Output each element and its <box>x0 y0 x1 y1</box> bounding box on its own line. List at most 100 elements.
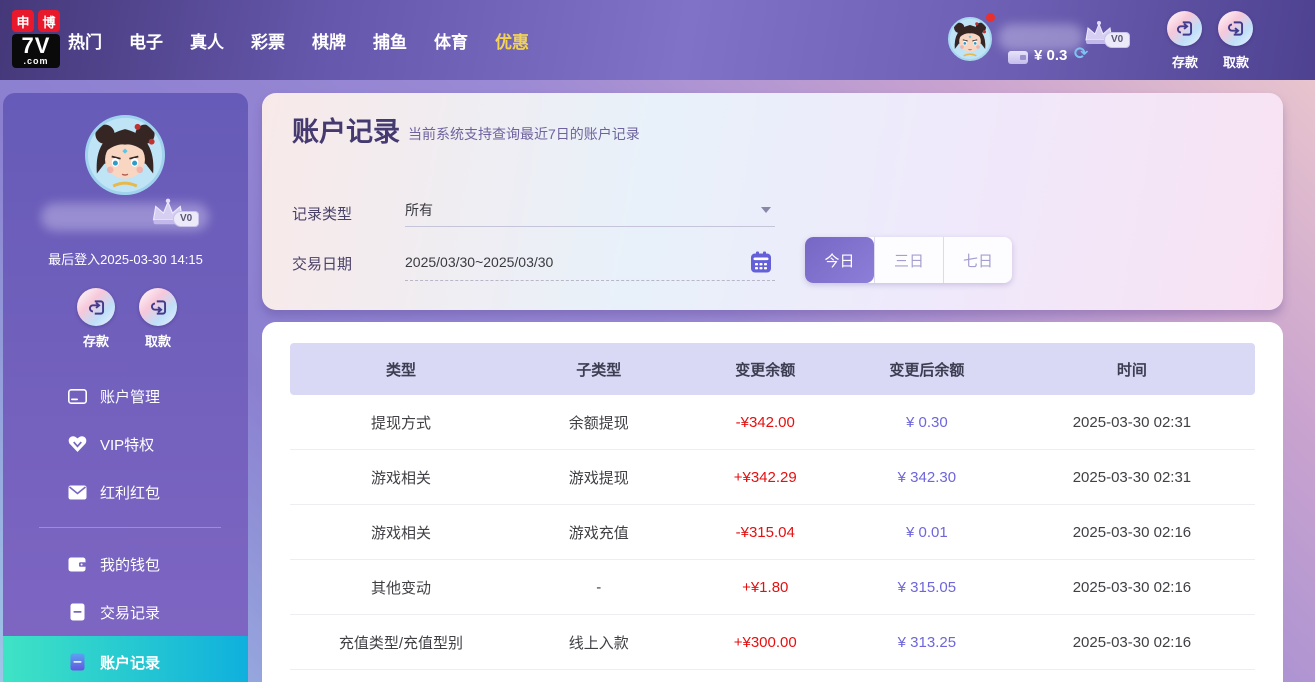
date-range-input[interactable]: 2025/03/30~2025/03/30 <box>405 243 775 281</box>
cell-type: 提现方式 <box>370 414 431 432</box>
page: 申 博 7V .com 热门 电子 真人 彩票 棋牌 捕鱼 体育 优惠 V0 ¥… <box>0 0 1315 682</box>
cell-balance-after: ¥ 313.25 <box>897 633 957 651</box>
table-row: 充值类型/充值型别 线上入款 +¥300.00 ¥ 313.25 2025-03-30 … <box>290 615 1255 670</box>
cell-balance-after: ¥ 315.05 <box>897 578 957 596</box>
date-range-label: 交易日期 <box>292 256 353 273</box>
sidebar-menu-top: 账户管理 VIP特权红利红包 <box>3 372 248 516</box>
notification-dot <box>986 13 995 22</box>
sidebar-menu-bottom: 我的钱包交易记录账户记录 <box>3 540 248 682</box>
cell-balance-after: ¥ 342.30 <box>897 468 957 486</box>
column-header-4: 时间 <box>1116 361 1147 379</box>
range-button-2[interactable]: 七日 <box>943 237 1012 283</box>
column-header-0: 类型 <box>385 361 416 379</box>
last-login-text: 最后登入2025-03-30 14:15 <box>48 252 203 267</box>
calendar-icon[interactable] <box>749 250 773 274</box>
sidebar-item-bottom-2-active[interactable]: 账户记录 <box>3 636 248 682</box>
sidebar-withdraw-button[interactable] <box>139 288 177 326</box>
logo-char-1: 申 <box>12 10 34 32</box>
table-row: 提现方式 余额提现 -¥342.00 ¥ 0.30 2025-03-30 02:31 <box>290 395 1255 450</box>
nav-item-6[interactable]: 体育 <box>434 28 468 53</box>
nav-item-5[interactable]: 捕鱼 <box>373 28 407 53</box>
wallet-icon <box>67 554 87 574</box>
page-subtitle: 当前系统支持查询最近7日的账户记录 <box>408 126 640 142</box>
balance-amount: ¥ 0.3 <box>1034 47 1068 64</box>
sidebar-vip-level-badge: V0 <box>173 211 200 227</box>
nav-item-4[interactable]: 棋牌 <box>312 28 346 53</box>
sidebar-item-label: 我的钱包 <box>100 556 161 574</box>
sidebar-divider <box>39 527 221 528</box>
cell-time: 2025-03-30 02:31 <box>1072 468 1192 486</box>
nav-item-0[interactable]: 热门 <box>68 28 102 53</box>
logo-chars: 申 博 <box>12 10 64 32</box>
deposit-button[interactable] <box>1167 11 1202 46</box>
top-navbar: 申 博 7V .com 热门 电子 真人 彩票 棋牌 捕鱼 体育 优惠 V0 ¥… <box>0 0 1315 80</box>
nav-item-7[interactable]: 优惠 <box>495 28 529 53</box>
account-records-header-panel: 账户记录 当前系统支持查询最近7日的账户记录 记录类型 所有 交易日期 2025… <box>262 93 1283 310</box>
refresh-balance-icon[interactable]: ⟳ <box>1074 44 1088 64</box>
cell-change-amount: +¥300.00 <box>733 633 797 651</box>
table-row: 其他变动 - +¥1.80 ¥ 315.05 2025-03-30 02:16 <box>290 560 1255 615</box>
cell-change-amount: +¥342.29 <box>733 468 797 486</box>
nav-item-2[interactable]: 真人 <box>190 28 224 53</box>
nav-item-3[interactable]: 彩票 <box>251 28 285 53</box>
record-type-value: 所有 <box>405 201 433 218</box>
deposit-label[interactable]: 存款 <box>1163 52 1207 71</box>
column-header-2: 变更余额 <box>735 361 796 379</box>
withdraw-button[interactable] <box>1218 11 1253 46</box>
table-header-row: 类型 子类型 变更余额 变更后余额 时间 <box>290 343 1255 395</box>
table-row: 游戏相关 游戏充值 -¥315.04 ¥ 0.01 2025-03-30 02:16 <box>290 505 1255 560</box>
sidebar-item-label: 账户管理 <box>100 388 161 406</box>
date-range-quick-buttons: 今日 三日 七日 <box>805 237 1012 283</box>
cell-time: 2025-03-30 02:16 <box>1072 578 1192 596</box>
sidebar: V0 最后登入2025-03-30 14:15 存款 取款 账户管理 VIP特权红… <box>3 93 248 682</box>
sidebar-item-label: 账户记录 <box>100 654 161 672</box>
site-logo[interactable]: 申 博 7V .com <box>12 10 64 68</box>
sidebar-item-top-2[interactable]: 红利红包 <box>3 468 248 516</box>
sidebar-item-bottom-1[interactable]: 交易记录 <box>3 588 248 636</box>
title-row: 账户记录 当前系统支持查询最近7日的账户记录 <box>292 110 640 149</box>
range-button-0[interactable]: 今日 <box>805 237 874 283</box>
user-avatar[interactable] <box>948 17 992 61</box>
nav-item-1[interactable]: 电子 <box>129 28 163 53</box>
date-range-value: 2025/03/30~2025/03/30 <box>405 253 554 270</box>
envelope-icon <box>67 482 87 502</box>
sidebar-user-avatar[interactable] <box>85 115 165 195</box>
cell-subtype: 游戏提现 <box>568 469 629 487</box>
sidebar-withdraw-label[interactable]: 取款 <box>136 331 180 350</box>
document-icon <box>67 652 87 672</box>
cell-subtype: - <box>596 578 602 596</box>
sidebar-item-top-1[interactable]: VIP特权 <box>3 420 248 468</box>
column-header-1: 子类型 <box>576 361 622 379</box>
avatar-image <box>950 19 990 59</box>
cell-subtype: 余额提现 <box>568 414 629 432</box>
sidebar-item-label: VIP特权 <box>100 436 155 454</box>
chevron-down-icon <box>761 206 771 213</box>
record-type-select[interactable]: 所有 <box>405 193 775 227</box>
avatar-image <box>88 118 162 192</box>
deposit-icon <box>1177 21 1193 36</box>
wallet-icon <box>1008 51 1028 64</box>
sidebar-item-label: 交易记录 <box>100 604 161 622</box>
cell-time: 2025-03-30 02:16 <box>1072 633 1192 651</box>
withdraw-label[interactable]: 取款 <box>1214 52 1258 71</box>
sidebar-deposit-button[interactable] <box>77 288 115 326</box>
sidebar-deposit-label[interactable]: 存款 <box>74 331 118 350</box>
withdraw-icon <box>1228 21 1244 36</box>
sidebar-item-bottom-0[interactable]: 我的钱包 <box>3 540 248 588</box>
logo-box: 7V .com <box>12 34 60 68</box>
table-body: 提现方式 余额提现 -¥342.00 ¥ 0.30 2025-03-30 02:31 游戏… <box>290 395 1255 670</box>
range-button-1[interactable]: 三日 <box>874 237 943 283</box>
cell-change-amount: -¥315.04 <box>735 523 795 541</box>
table-row: 游戏相关 游戏提现 +¥342.29 ¥ 342.30 2025-03-30 02:31 <box>290 450 1255 505</box>
cell-time: 2025-03-30 02:16 <box>1072 523 1192 541</box>
cell-type: 游戏相关 <box>370 524 431 542</box>
cell-subtype: 线上入款 <box>568 634 629 652</box>
deposit-icon <box>88 299 104 315</box>
card-icon <box>67 386 87 406</box>
records-table: 类型 子类型 变更余额 变更后余额 时间 提现方式 余额提现 -¥342.00 ¥ 0.30 2… <box>290 343 1255 670</box>
vip-heart-icon <box>67 434 87 454</box>
cell-type: 游戏相关 <box>370 469 431 487</box>
page-title: 账户记录 <box>292 117 400 147</box>
logo-char-2: 博 <box>38 10 60 32</box>
sidebar-item-top-0[interactable]: 账户管理 <box>3 372 248 420</box>
